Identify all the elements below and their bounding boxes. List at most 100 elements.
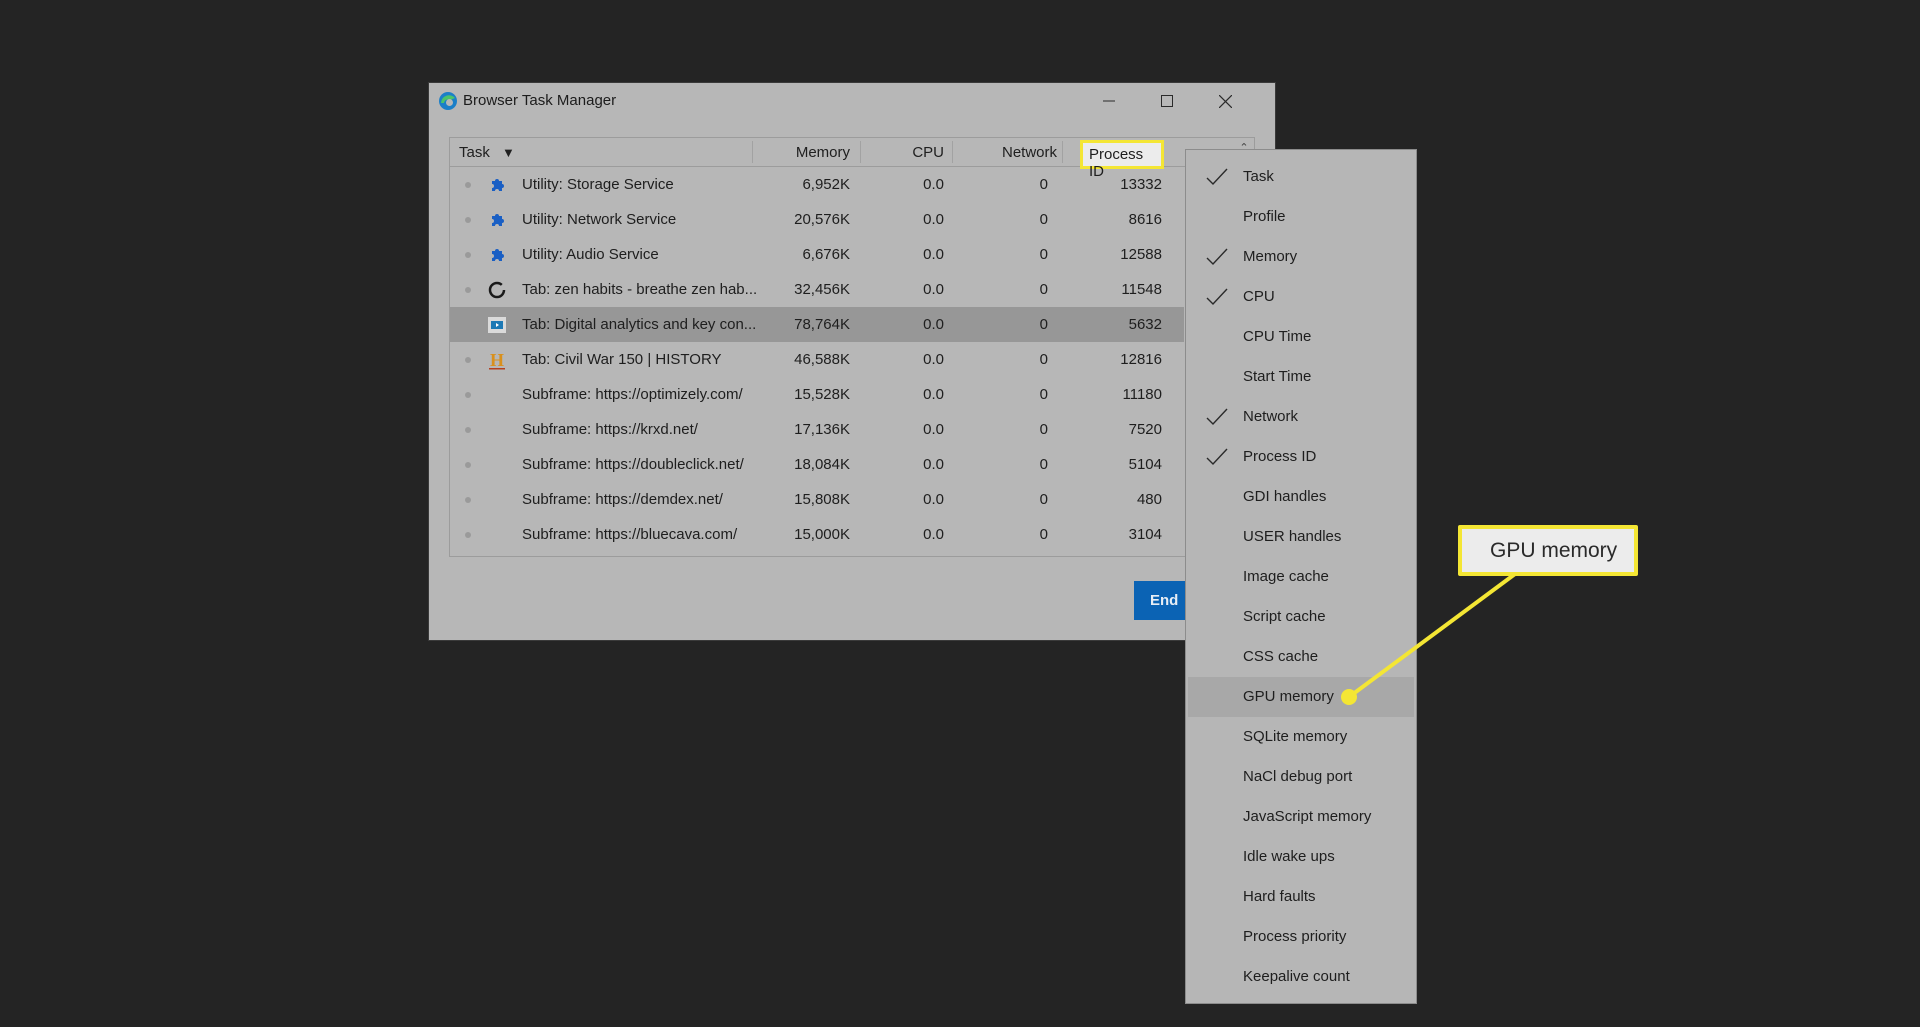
process-id-value: 11548 <box>1121 281 1162 298</box>
menu-item-gdi-handles[interactable]: GDI handles <box>1188 477 1414 517</box>
title-bar[interactable]: Browser Task Manager <box>429 83 1275 119</box>
minimize-button[interactable] <box>1081 83 1137 119</box>
menu-item-profile[interactable]: Profile <box>1188 197 1414 237</box>
menu-item-keepalive-count[interactable]: Keepalive count <box>1188 957 1414 997</box>
menu-item-memory[interactable]: Memory <box>1188 237 1414 277</box>
sort-descending-icon: ▼ <box>502 145 515 160</box>
menu-item-script-cache[interactable]: Script cache <box>1188 597 1414 637</box>
table-row[interactable]: Tab: zen habits - breathe zen hab... 32,4… <box>450 272 1184 307</box>
menu-item-label: Idle wake ups <box>1243 848 1335 865</box>
menu-item-label: Profile <box>1243 208 1286 225</box>
menu-item-cpu[interactable]: CPU <box>1188 277 1414 317</box>
menu-item-start-time[interactable]: Start Time <box>1188 357 1414 397</box>
menu-item-label: Script cache <box>1243 608 1326 625</box>
table-row[interactable]: Subframe: https://krxd.net/17,136K 0.0 0 75… <box>450 412 1184 447</box>
table-row[interactable]: Subframe: https://demdex.net/15,808K 0.0 0… <box>450 482 1184 517</box>
table-row[interactable]: Tab: Digital analytics and key con... 78,… <box>450 307 1184 342</box>
menu-item-css-cache[interactable]: CSS cache <box>1188 637 1414 677</box>
process-id-highlight-annotation: Process ID <box>1080 140 1164 180</box>
menu-item-hard-faults[interactable]: Hard faults <box>1188 877 1414 917</box>
checkmark-icon <box>1206 448 1228 466</box>
memory-value: 15,000K <box>794 526 850 543</box>
task-name: Utility: Storage Service <box>522 176 674 193</box>
checkmark-icon <box>1206 288 1228 306</box>
edge-browser-icon <box>439 92 457 110</box>
cpu-value: 0.0 <box>923 281 944 298</box>
memory-value: 6,952K <box>802 176 850 193</box>
memory-value: 17,136K <box>794 421 850 438</box>
network-value: 0 <box>1039 211 1048 228</box>
menu-item-label: GDI handles <box>1243 488 1327 505</box>
table-row[interactable]: Subframe: https://doubleclick.net/18,084… <box>450 447 1184 482</box>
menu-item-process-id[interactable]: Process ID <box>1188 437 1414 477</box>
video-favicon <box>487 315 507 335</box>
cpu-value: 0.0 <box>923 491 944 508</box>
task-name: Subframe: https://optimizely.com/ <box>522 386 743 403</box>
menu-item-image-cache[interactable]: Image cache <box>1188 557 1414 597</box>
menu-item-label: NaCl debug port <box>1243 768 1353 785</box>
network-value: 0 <box>1039 456 1048 473</box>
menu-item-gpu-memory[interactable]: GPU memory <box>1188 677 1414 717</box>
table-row[interactable]: Utility: Network Service 20,576K 0.0 0 8616 <box>450 202 1184 237</box>
menu-item-label: GPU memory <box>1243 688 1334 705</box>
maximize-icon <box>1161 95 1173 107</box>
memory-value: 18,084K <box>794 456 850 473</box>
cpu-value: 0.0 <box>923 456 944 473</box>
network-value: 0 <box>1039 176 1048 193</box>
maximize-button[interactable] <box>1139 83 1195 119</box>
task-name: Utility: Network Service <box>522 211 677 228</box>
close-button[interactable] <box>1197 83 1253 119</box>
column-header-task[interactable]: Task ▼ <box>459 138 515 166</box>
menu-item-label: Keepalive count <box>1243 968 1350 985</box>
zen-habits-favicon <box>487 280 507 300</box>
menu-item-sqlite-memory[interactable]: SQLite memory <box>1188 717 1414 757</box>
menu-item-nacl-debug-port[interactable]: NaCl debug port <box>1188 757 1414 797</box>
menu-item-task[interactable]: Task <box>1188 157 1414 197</box>
process-id-value: 480 <box>1136 491 1162 508</box>
column-context-menu: Task Profile Memory CPU CPU Time Start Time Ne… <box>1186 150 1416 1003</box>
process-id-value: 5104 <box>1128 456 1162 473</box>
network-value: 0 <box>1039 316 1048 333</box>
cpu-value: 0.0 <box>923 386 944 403</box>
cpu-value: 0.0 <box>923 526 944 543</box>
process-table: Task ▼ Memory CPU Network Process ID ⌃ U… <box>449 137 1255 557</box>
status-dot <box>465 182 471 188</box>
process-id-value: 8616 <box>1128 211 1162 228</box>
memory-value: 78,764K <box>794 316 850 333</box>
status-dot <box>465 392 471 398</box>
cpu-value: 0.0 <box>923 351 944 368</box>
menu-item-javascript-memory[interactable]: JavaScript memory <box>1188 797 1414 837</box>
menu-item-network[interactable]: Network <box>1188 397 1414 437</box>
task-name: Subframe: https://bluecava.com/ <box>522 526 738 543</box>
table-row[interactable]: H Tab: Civil War 150 | HISTORY 46,588K 0.0 0… <box>450 342 1184 377</box>
menu-item-label: CPU <box>1243 288 1275 305</box>
column-header-network[interactable]: Network <box>952 138 1057 166</box>
status-dot <box>465 497 471 503</box>
memory-value: 15,528K <box>794 386 850 403</box>
menu-item-label: JavaScript memory <box>1243 808 1372 825</box>
menu-item-user-handles[interactable]: USER handles <box>1188 517 1414 557</box>
column-header-cpu[interactable]: CPU <box>860 138 944 166</box>
menu-item-label: Process priority <box>1243 928 1347 945</box>
network-value: 0 <box>1039 246 1048 263</box>
table-row[interactable]: Subframe: https://optimizely.com/15,528K… <box>450 377 1184 412</box>
task-name: Utility: Audio Service <box>522 246 659 263</box>
table-row[interactable]: Subframe: https://bluecava.com/15,000K 0.… <box>450 517 1184 552</box>
column-header-memory[interactable]: Memory <box>752 138 850 166</box>
menu-item-cpu-time[interactable]: CPU Time <box>1188 317 1414 357</box>
task-name: Subframe: https://doubleclick.net/ <box>522 456 744 473</box>
process-id-value: 7520 <box>1128 421 1162 438</box>
process-id-value: 12816 <box>1120 351 1162 368</box>
task-name: Subframe: https://krxd.net/ <box>522 421 698 438</box>
memory-value: 20,576K <box>794 211 850 228</box>
menu-item-process-priority[interactable]: Process priority <box>1188 917 1414 957</box>
table-row[interactable]: Utility: Storage Service 6,952K 0.0 0 13332 <box>450 167 1184 202</box>
puzzle-piece-icon <box>487 210 507 230</box>
status-dot <box>465 217 471 223</box>
memory-value: 15,808K <box>794 491 850 508</box>
memory-value: 46,588K <box>794 351 850 368</box>
menu-item-label: Memory <box>1243 248 1298 265</box>
table-row[interactable]: Utility: Audio Service 6,676K 0.0 0 12588 <box>450 237 1184 272</box>
status-dot <box>465 427 471 433</box>
menu-item-idle-wake-ups[interactable]: Idle wake ups <box>1188 837 1414 877</box>
